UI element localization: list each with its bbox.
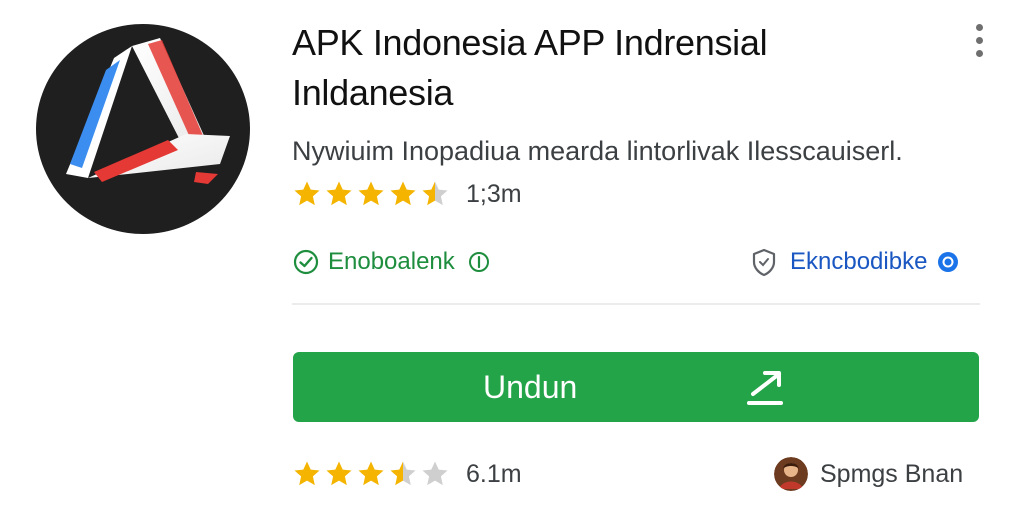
star-icon [326, 181, 352, 206]
more-options-icon[interactable] [966, 20, 992, 60]
star-rating [292, 459, 450, 489]
star-icon [390, 181, 416, 206]
star-icon [358, 181, 384, 206]
star-icon [326, 461, 352, 486]
star-rating [292, 179, 450, 209]
star-icon [294, 181, 320, 206]
help-circle-icon[interactable] [937, 251, 959, 273]
menu-dot [975, 36, 983, 44]
status-badge: Enoboalenk [292, 244, 491, 280]
info-circle-icon[interactable] [467, 250, 491, 274]
arrow-up-right-icon [747, 371, 783, 405]
app-logo-icon [36, 24, 250, 234]
install-button[interactable]: Undun [293, 352, 979, 422]
security-badge-label: Ekncbodibke [790, 248, 928, 275]
developer-link[interactable]: Spmgs Bnan [774, 454, 963, 494]
star-icon [358, 461, 384, 486]
app-title-line1: APK Indonesia APP Indrensial [292, 22, 768, 63]
app-title-line2: Inldanesia [292, 72, 454, 113]
rating-summary: 1;3m [292, 174, 522, 214]
developer-name: Spmgs Bnan [820, 459, 964, 488]
star-icon [294, 461, 320, 486]
app-title: APK Indonesia APP Indrensial Inldanesia [292, 18, 932, 118]
download-count: 6.1m [466, 459, 522, 488]
divider [292, 303, 980, 305]
menu-dot [975, 49, 983, 57]
shield-icon [752, 248, 776, 277]
menu-dot [975, 23, 983, 31]
review-count: 1;3m [466, 179, 522, 208]
star-icon [390, 461, 416, 486]
developer-avatar [774, 457, 808, 491]
check-circle-icon [293, 249, 319, 275]
status-badge-label: Enoboalenk [328, 248, 455, 275]
security-badge[interactable]: Ekncbodibke [748, 244, 959, 280]
install-button-label: Undun [483, 368, 578, 405]
rating-summary-secondary: 6.1m [292, 454, 522, 494]
star-icon [422, 461, 448, 486]
star-icon [422, 181, 448, 206]
app-description: Nywiuim Inopadiua mearda lintorlivak Ile… [292, 136, 903, 166]
